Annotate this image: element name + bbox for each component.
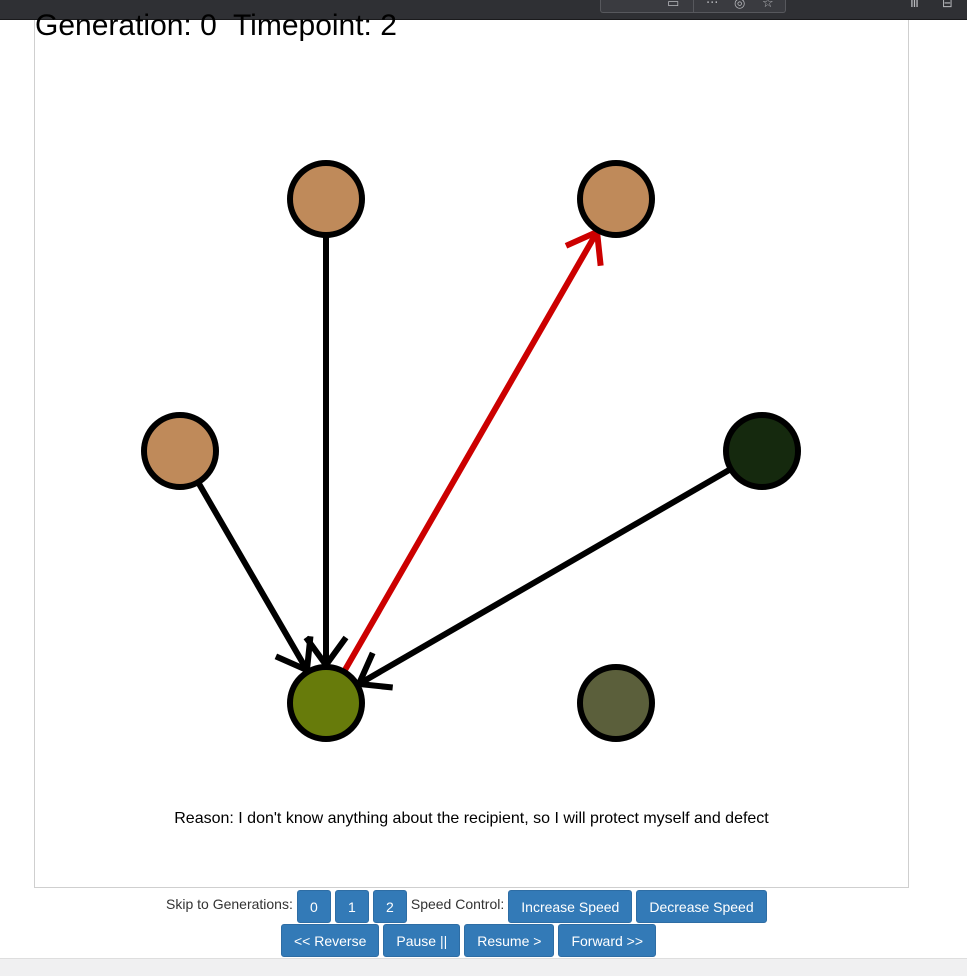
reverse-button[interactable]: << Reverse <box>281 924 380 957</box>
controls-row-top: Skip to Generations: 0 1 2 Speed Control… <box>166 889 771 923</box>
skip-label: Skip to Generations: <box>166 896 293 912</box>
page-footer <box>0 958 967 976</box>
forward-button[interactable]: Forward >> <box>558 924 657 957</box>
generation-button-2[interactable]: 2 <box>372 889 407 923</box>
agent-node-n2[interactable] <box>577 160 655 238</box>
controls-row-bottom: << Reverse Pause || Resume > Forward >> <box>281 924 660 957</box>
generation-button-1[interactable]: 1 <box>334 889 369 923</box>
agent-node-n1[interactable] <box>287 160 365 238</box>
network-graph <box>141 160 801 742</box>
edge-n4-n5 <box>357 466 733 687</box>
decrease-speed-button[interactable]: Decrease Speed <box>636 889 767 923</box>
increase-speed-button[interactable]: Increase Speed <box>508 889 633 923</box>
agent-node-n4[interactable] <box>723 412 801 490</box>
edge-n5-n2 <box>341 230 600 674</box>
edge-n3-n5 <box>195 480 310 672</box>
pause-button[interactable]: Pause || <box>383 924 461 957</box>
generation-button-0[interactable]: 0 <box>296 889 331 923</box>
agent-node-n5[interactable] <box>287 664 365 742</box>
agent-node-n3[interactable] <box>141 412 219 490</box>
speed-label: Speed Control: <box>410 896 505 912</box>
agent-node-n6[interactable] <box>577 664 655 742</box>
reason-text: Reason: I don't know anything about the … <box>174 810 769 827</box>
resume-button[interactable]: Resume > <box>464 924 555 957</box>
